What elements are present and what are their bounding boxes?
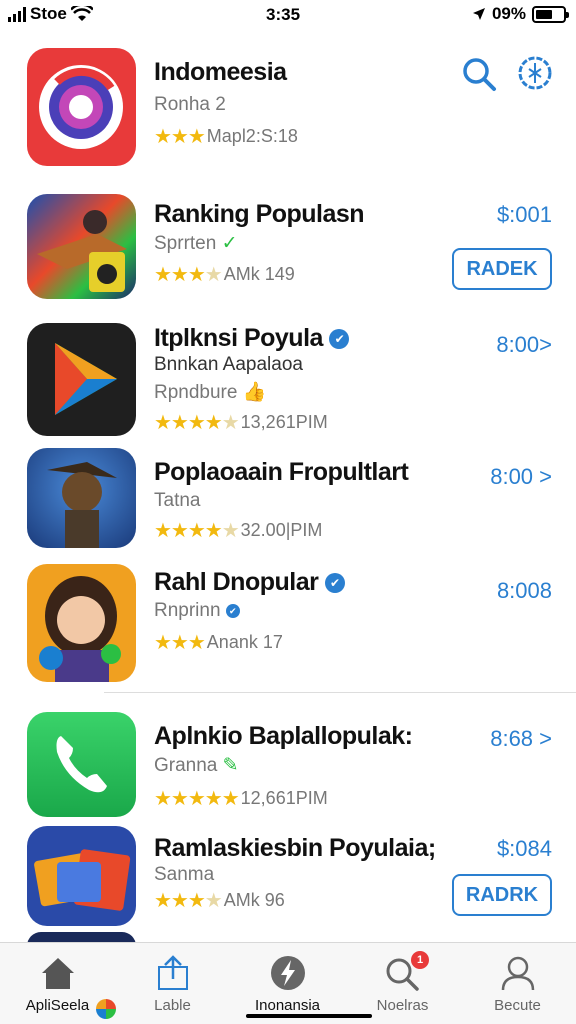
app-subtitle: Rnprinn ✔ bbox=[154, 600, 240, 622]
tab-becute[interactable]: Becute bbox=[460, 943, 575, 1024]
battery-percent: 09% bbox=[491, 4, 526, 23]
status-bar: Stoe 3:35 09% bbox=[0, 0, 576, 30]
location-arrow-icon bbox=[472, 8, 485, 20]
battery-icon bbox=[532, 5, 569, 23]
tab-apps[interactable]: ApliSeela bbox=[0, 943, 116, 1024]
tab-bar: ApliSeela Lable Inonansia 1 Noelras Becu… bbox=[0, 942, 576, 1024]
app-subtitle: Bnnkan Aapalaoa bbox=[154, 354, 303, 375]
rating-text: AMk 149 bbox=[223, 264, 295, 284]
tab-label: Becute bbox=[494, 997, 541, 1014]
app-subtitle: Tatna bbox=[154, 490, 201, 511]
signal-icon bbox=[8, 6, 26, 22]
app-rating: ★★★ Anank 17 bbox=[154, 630, 283, 655]
rating-text: AMk 96 bbox=[223, 890, 285, 910]
app-subtitle: Granna ✎ bbox=[154, 755, 239, 776]
tab-lable[interactable]: Lable bbox=[115, 943, 230, 1024]
clock: 3:35 bbox=[266, 5, 301, 24]
app-subtitle: Sanma bbox=[154, 864, 215, 885]
app-title: Indomeesia bbox=[154, 58, 287, 86]
tab-label: Lable bbox=[154, 997, 191, 1014]
settings-icon[interactable] bbox=[517, 55, 553, 91]
app-price[interactable]: 8:68 > bbox=[490, 726, 552, 752]
tab-inonansia[interactable]: Inonansia bbox=[230, 943, 345, 1024]
rating-text: 32.00|PIM bbox=[240, 520, 323, 540]
verified-icon: ✔ bbox=[329, 329, 350, 350]
home-icon bbox=[42, 958, 74, 989]
star-rating: ★★★★★ bbox=[154, 412, 240, 434]
app-row[interactable]: Ramlaskiesbin Poyulaia; Sanma ★★★★ AMk 9… bbox=[0, 824, 576, 934]
wifi-icon bbox=[70, 6, 93, 21]
app-icon-girl bbox=[27, 564, 136, 682]
app-price: $:084 bbox=[496, 836, 552, 861]
rating-text: Anank 17 bbox=[206, 632, 283, 652]
get-button[interactable]: RADEK bbox=[452, 248, 552, 290]
star-rating: ★★★ bbox=[154, 632, 206, 654]
app-title: Ranking Populasn bbox=[154, 200, 365, 228]
app-icon-cards bbox=[27, 826, 136, 926]
app-rating: ★★★★★ 32.00|PIM bbox=[154, 518, 322, 543]
app-price[interactable]: 8:008 bbox=[497, 578, 552, 604]
app-title: Poplaoaain Fropultlart bbox=[154, 458, 409, 486]
app-price[interactable]: 8:00> bbox=[496, 332, 552, 358]
app-rating: ★★★ Mapl2:S:18 bbox=[154, 124, 298, 149]
app-icon-indomeesia bbox=[27, 48, 136, 166]
home-indicator bbox=[246, 1014, 372, 1018]
app-title: Aplnkio Baplallopulak: bbox=[154, 722, 413, 750]
app-title: Itplknsi Poyula ✔ bbox=[154, 324, 350, 353]
app-row[interactable]: Ranking Populasn Sprrten ✓ ★★★★ AMk 149 … bbox=[0, 190, 576, 305]
tab-label: Inonansia bbox=[254, 997, 321, 1014]
app-badge-icon bbox=[96, 999, 116, 1019]
star-rating: ★★★ bbox=[154, 126, 206, 148]
app-rating: ★★★★★ 12,661PIM bbox=[154, 786, 328, 811]
star-rating: ★★★★★ bbox=[154, 520, 240, 542]
app-title: Rahl Dnopular ✔ bbox=[154, 568, 345, 597]
app-subtitle: Ronha 2 bbox=[154, 94, 226, 115]
rating-text: 12,661PIM bbox=[240, 788, 328, 808]
app-row[interactable]: Rahl Dnopular ✔ Rnprinn ✔ ★★★ Anank 17 8… bbox=[0, 560, 576, 685]
app-title: Ramlaskiesbin Poyulaia; bbox=[154, 834, 436, 862]
app-row[interactable]: Itplknsi Poyula ✔ Bnnkan Aapalaoa Rpndbu… bbox=[0, 320, 576, 440]
section-divider bbox=[104, 692, 576, 693]
person-icon bbox=[501, 956, 535, 991]
verified-icon: ✔ bbox=[324, 573, 345, 594]
tab-noelras[interactable]: 1 Noelras bbox=[345, 943, 460, 1024]
app-rating: ★★★★ AMk 149 bbox=[154, 262, 295, 287]
lightning-icon bbox=[271, 956, 305, 990]
search-icon[interactable] bbox=[461, 56, 497, 92]
app-price[interactable]: 8:00 > bbox=[490, 464, 552, 490]
app-icon-game bbox=[27, 194, 136, 299]
tab-label: Noelras bbox=[376, 997, 429, 1014]
app-row[interactable]: Aplnkio Baplallopulak: Granna ✎ ★★★★★ 12… bbox=[0, 710, 576, 820]
carrier-label: Stoe bbox=[30, 4, 67, 23]
app-icon-phone bbox=[27, 712, 136, 817]
app-icon-play bbox=[27, 323, 136, 436]
app-rating: ★★★★ AMk 96 bbox=[154, 888, 285, 913]
star-rating: ★★★★★ bbox=[154, 788, 240, 810]
rating-text: 13,261PIM bbox=[240, 412, 328, 432]
app-subtitle-2: Rpndbure 👍 bbox=[154, 382, 267, 403]
notification-badge: 1 bbox=[411, 951, 429, 969]
app-rating: ★★★★★ 13,261PIM bbox=[154, 410, 328, 435]
star-rating: ★★★★ bbox=[154, 264, 223, 286]
get-button[interactable]: RADRK bbox=[452, 874, 552, 916]
star-rating: ★★★★ bbox=[154, 890, 223, 912]
app-row[interactable]: Poplaoaain Fropultlart Tatna ★★★★★ 32.00… bbox=[0, 448, 576, 553]
app-icon-character bbox=[27, 448, 136, 548]
app-subtitle: Sprrten ✓ bbox=[154, 233, 238, 254]
rating-text: Mapl2:S:18 bbox=[206, 126, 298, 146]
upload-icon bbox=[158, 955, 188, 990]
app-price: $:001 bbox=[496, 202, 552, 227]
